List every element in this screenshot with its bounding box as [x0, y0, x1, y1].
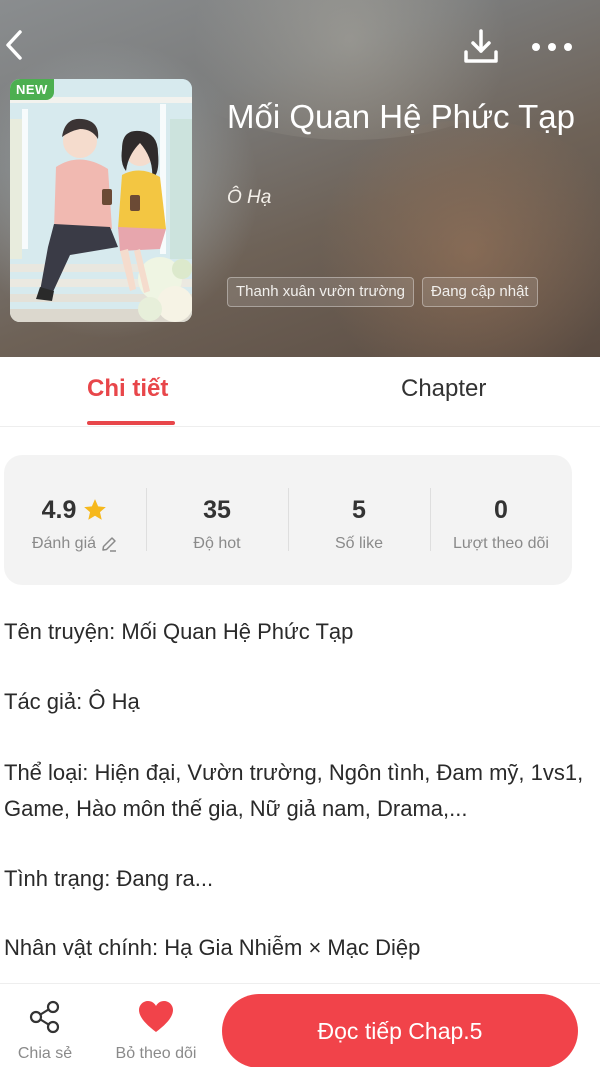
download-button[interactable]	[462, 28, 500, 66]
followers-label: Lượt theo dõi	[453, 535, 549, 552]
tab-details[interactable]: Chi tiết	[87, 375, 168, 403]
genre-tag[interactable]: Thanh xuân vườn trường	[227, 277, 415, 307]
active-tab-indicator	[87, 421, 175, 425]
info-author: Tác giả: Ô Hạ	[4, 689, 140, 714]
stat-followers: 0 Lượt theo dõi	[430, 455, 572, 585]
rating-label: Đánh giá	[31, 535, 97, 552]
hot-value: 35	[203, 495, 231, 524]
tag-list: Thanh xuân vườn trường Đang cập nhật	[227, 277, 538, 307]
info-status: Tình trạng: Đang ra...	[4, 866, 214, 891]
comic-author: Ô Hạ	[227, 187, 272, 208]
stat-hot: 35 Độ hot	[146, 455, 288, 585]
stats-card: 4.9 Đánh giá 35 Độ hot 5 Số like 0 Lượt …	[4, 455, 572, 585]
comic-title: Mối Quan Hệ Phức Tạp	[227, 98, 575, 135]
info-characters: Nhân vật chính: Hạ Gia Nhiễm × Mạc Diệp	[4, 935, 421, 960]
share-button[interactable]: Chia sẻ	[14, 1000, 76, 1063]
chevron-left-icon	[6, 30, 22, 60]
more-dots-icon	[532, 43, 572, 51]
info-name: Tên truyện: Mối Quan Hệ Phức Tạp	[4, 619, 354, 644]
unfollow-label: Bỏ theo dõi	[115, 1045, 197, 1062]
hot-label: Độ hot	[193, 535, 241, 552]
info-genre: Thể loại: Hiện đại, Vườn trường, Ngôn tì…	[4, 760, 584, 821]
download-icon	[464, 29, 498, 63]
cover-image: NEW	[10, 79, 192, 322]
continue-reading-button[interactable]: Đọc tiếp Chap.5	[222, 994, 578, 1067]
header-hero: NEW Mối Quan Hệ Phức Tạp Ô Hạ Thanh xuân…	[0, 0, 600, 357]
heart-icon	[139, 1001, 173, 1032]
tab-chapter[interactable]: Chapter	[401, 375, 486, 403]
likes-value: 5	[352, 495, 366, 524]
unfollow-button[interactable]: Bỏ theo dõi	[108, 1000, 204, 1063]
pencil-icon	[102, 537, 117, 552]
back-button[interactable]	[2, 28, 32, 62]
followers-value: 0	[494, 495, 508, 524]
star-icon	[84, 499, 107, 520]
stat-rating[interactable]: 4.9 Đánh giá	[4, 455, 146, 585]
stat-likes: 5 Số like	[288, 455, 430, 585]
share-icon	[29, 1000, 60, 1034]
rating-value: 4.9	[41, 495, 77, 524]
bottom-action-bar: Chia sẻ Bỏ theo dõi Đọc tiếp Chap.5	[0, 983, 600, 1067]
likes-label: Số like	[334, 535, 384, 552]
share-label: Chia sẻ	[17, 1045, 73, 1062]
tab-bar: Chi tiết Chapter	[0, 357, 600, 427]
new-badge: NEW	[10, 79, 54, 100]
status-tag[interactable]: Đang cập nhật	[422, 277, 538, 307]
cover-illustration	[10, 79, 192, 322]
more-options-button[interactable]	[530, 34, 574, 58]
